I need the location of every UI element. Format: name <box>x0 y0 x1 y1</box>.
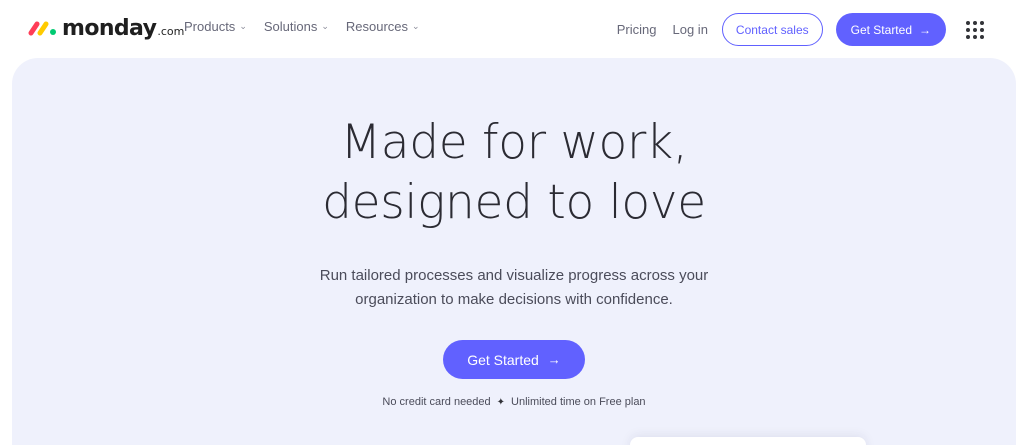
hero-subtext-line-2: organization to make decisions with conf… <box>355 291 673 308</box>
top-navigation: monday .com Products ⌄ Solutions ⌄ Resou… <box>0 0 1024 58</box>
grid-dots-icon[interactable] <box>966 20 984 39</box>
chevron-down-icon: ⌄ <box>239 21 247 31</box>
nav-solutions-label: Solutions <box>263 19 318 34</box>
monday-logo-icon <box>28 21 56 36</box>
hero-headline: Made for work, designed to love <box>12 113 1016 233</box>
nav-resources[interactable]: Resources ⌄ <box>346 19 420 34</box>
hero-get-started-button[interactable]: Get Started → <box>443 340 585 379</box>
hero-note: No credit card needed ✦ Unlimited time on … <box>12 396 1016 408</box>
header-get-started-button[interactable]: Get Started → <box>835 13 946 46</box>
nav-products-label: Products <box>184 19 236 34</box>
header-get-started-label: Get Started <box>850 22 912 37</box>
login-link[interactable]: Log in <box>673 22 708 37</box>
logo-wordmark: monday <box>62 15 157 41</box>
preview-card <box>630 437 866 445</box>
no-credit-card-note: No credit card needed <box>382 396 491 408</box>
nav-products[interactable]: Products ⌄ <box>184 19 247 34</box>
pricing-link[interactable]: Pricing <box>617 22 657 37</box>
contact-sales-button[interactable]: Contact sales <box>721 13 823 46</box>
nav-solutions[interactable]: Solutions ⌄ <box>264 19 329 34</box>
hero-subtext: Run tailored processes and visualize pro… <box>12 264 1016 312</box>
logo-suffix: .com <box>157 25 185 38</box>
primary-nav: Products ⌄ Solutions ⌄ Resources ⌄ <box>184 19 420 34</box>
hero-section: Made for work, designed to love Run tail… <box>12 58 1016 445</box>
hero-headline-line-1: Made for work, <box>340 115 688 170</box>
chevron-down-icon: ⌄ <box>321 21 329 31</box>
hero-headline-line-2: designed to love <box>322 175 706 231</box>
arrow-right-icon: → <box>919 22 931 37</box>
free-plan-note: Unlimited time on Free plan <box>511 396 646 408</box>
hero-subtext-line-1: Run tailored processes and visualize pro… <box>319 267 709 284</box>
sparkle-icon: ✦ <box>496 397 506 408</box>
chevron-down-icon: ⌄ <box>412 21 420 31</box>
arrow-right-icon: → <box>547 352 561 367</box>
nav-resources-label: Resources <box>345 19 409 34</box>
secondary-nav: Pricing Log in Contact sales Get Started… <box>617 13 984 46</box>
hero-cta-label: Get Started <box>467 351 539 368</box>
monday-logo[interactable]: monday .com <box>28 12 184 44</box>
